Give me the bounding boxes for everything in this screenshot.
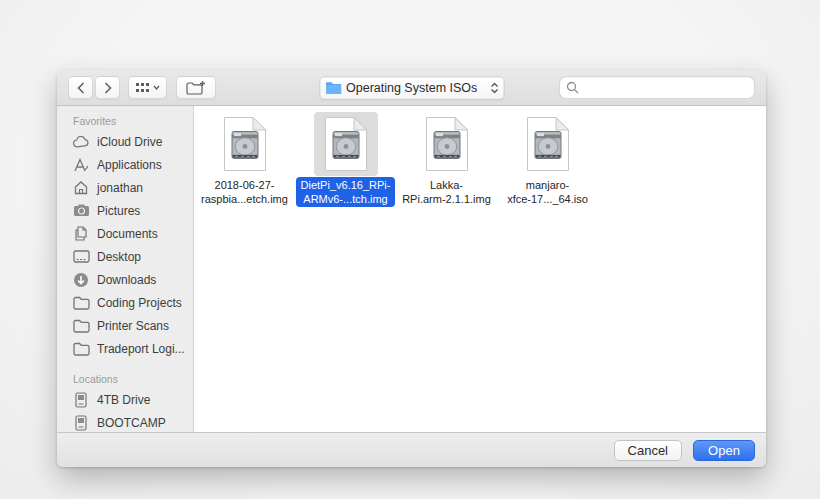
sidebar-item-label: Applications: [97, 158, 162, 172]
folder-icon: [72, 340, 90, 358]
folder-icon: [72, 294, 90, 312]
folder-blue-icon: [325, 81, 341, 94]
sidebar-item-label: 4TB Drive: [97, 393, 150, 407]
back-button[interactable]: [68, 76, 93, 99]
camera-icon: [72, 202, 90, 220]
file-name-label: manjaro- xfce-17..._64.iso: [502, 177, 593, 207]
sidebar-section-favorites: Favorites: [73, 115, 193, 127]
current-folder-label: Operating System ISOs: [346, 81, 477, 95]
downloads-icon: [72, 271, 90, 289]
documents-icon: [72, 225, 90, 243]
sidebar-item-coding-projects[interactable]: Coding Projects: [57, 291, 193, 314]
sidebar-item-jonathan[interactable]: jonathan: [57, 176, 193, 199]
sidebar-item-label: Coding Projects: [97, 296, 182, 310]
file-item[interactable]: 2018-06-27- raspbia...etch.img: [194, 112, 295, 207]
sidebar-item-label: Documents: [97, 227, 158, 241]
sidebar-item-desktop[interactable]: Desktop: [57, 245, 193, 268]
path-stepper-icon: [490, 82, 498, 93]
dialog-toolbar: Operating System ISOs: [57, 70, 766, 106]
history-nav: [68, 76, 120, 99]
open-file-dialog: Operating System ISOs Favorites: [57, 70, 766, 467]
new-folder-button[interactable]: [176, 76, 216, 99]
sidebar-item-label: iCloud Drive: [97, 135, 162, 149]
open-button[interactable]: Open: [693, 440, 755, 461]
disk-image-file-icon: [415, 112, 479, 176]
file-item[interactable]: manjaro- xfce-17..._64.iso: [497, 112, 598, 207]
drive-icon: [72, 391, 90, 409]
sidebar-item-label: BOOTCAMP: [97, 416, 166, 430]
search-input[interactable]: [559, 76, 755, 99]
sidebar-item-label: Tradeport Logi...: [97, 342, 185, 356]
sidebar-item-4tb-drive[interactable]: 4TB Drive: [57, 388, 193, 411]
applications-icon: [72, 156, 90, 174]
forward-button[interactable]: [95, 76, 120, 99]
drive-icon: [72, 414, 90, 432]
sidebar-item-downloads[interactable]: Downloads: [57, 268, 193, 291]
sidebar-item-printer-scans[interactable]: Printer Scans: [57, 314, 193, 337]
disk-image-file-icon: [213, 112, 277, 176]
desktop-icon: [72, 248, 90, 266]
file-item[interactable]: Lakka- RPi.arm-2.1.1.img: [396, 112, 497, 207]
sidebar: Favorites iCloud Drive Applications: [57, 106, 194, 432]
disk-image-file-icon: [516, 112, 580, 176]
file-item-selected[interactable]: DietPi_v6.16_RPi- ARMv6-...tch.img: [295, 112, 396, 207]
sidebar-item-label: Desktop: [97, 250, 141, 264]
sidebar-section-locations: Locations: [73, 373, 193, 385]
new-folder-icon: [186, 80, 206, 96]
dialog-footer: Cancel Open: [57, 432, 766, 467]
sidebar-item-label: jonathan: [97, 181, 143, 195]
view-mode-button[interactable]: [128, 76, 167, 99]
cloud-icon: [72, 133, 90, 151]
sidebar-item-icloud-drive[interactable]: iCloud Drive: [57, 130, 193, 153]
sidebar-item-pictures[interactable]: Pictures: [57, 199, 193, 222]
cancel-button[interactable]: Cancel: [614, 440, 682, 461]
file-name-label: DietPi_v6.16_RPi- ARMv6-...tch.img: [296, 177, 396, 207]
path-dropdown[interactable]: Operating System ISOs: [319, 76, 504, 99]
file-grid: 2018-06-27- raspbia...etch.img: [194, 112, 766, 207]
sidebar-item-tradeport-logi[interactable]: Tradeport Logi...: [57, 337, 193, 360]
sidebar-item-applications[interactable]: Applications: [57, 153, 193, 176]
file-list-area: 2018-06-27- raspbia...etch.img: [194, 106, 766, 432]
chevron-right-icon: [104, 82, 112, 94]
chevron-down-icon: [153, 85, 160, 90]
sidebar-item-documents[interactable]: Documents: [57, 222, 193, 245]
sidebar-item-label: Pictures: [97, 204, 140, 218]
chevron-left-icon: [77, 82, 85, 94]
sidebar-item-bootcamp[interactable]: BOOTCAMP: [57, 411, 193, 432]
sidebar-item-label: Printer Scans: [97, 319, 169, 333]
file-name-label: Lakka- RPi.arm-2.1.1.img: [397, 177, 496, 207]
icon-view-grid-icon: [136, 83, 149, 93]
desktop-background: Operating System ISOs Favorites: [0, 0, 820, 499]
sidebar-item-label: Downloads: [97, 273, 156, 287]
disk-image-file-icon: [314, 112, 378, 176]
home-icon: [72, 179, 90, 197]
file-name-label: 2018-06-27- raspbia...etch.img: [196, 177, 293, 207]
search-icon: [566, 81, 579, 94]
folder-icon: [72, 317, 90, 335]
